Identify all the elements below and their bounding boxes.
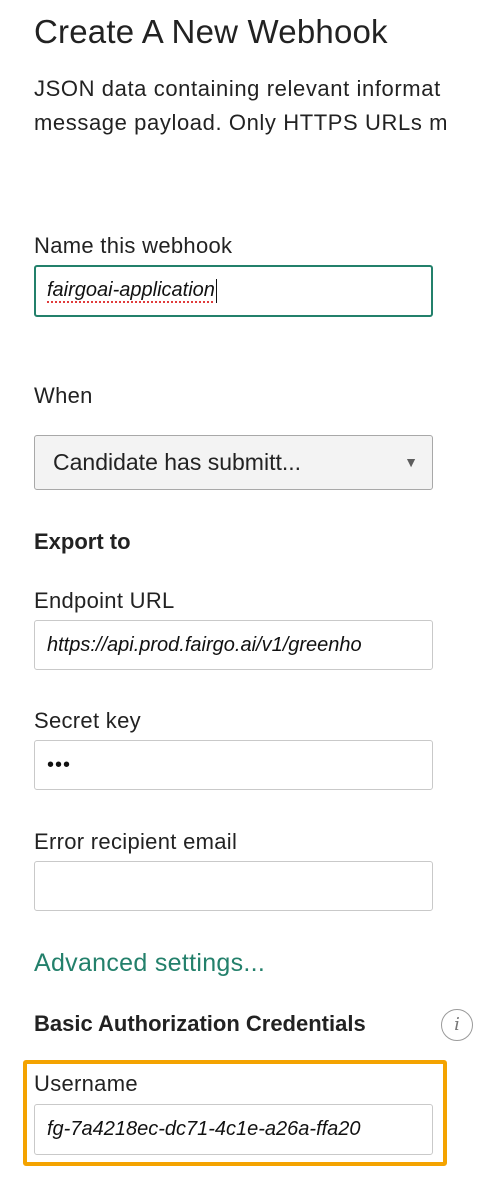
text-caret bbox=[215, 278, 217, 303]
webhook-name-value: fairgoai-application bbox=[47, 279, 215, 301]
webhook-name-input[interactable]: fairgoai-application bbox=[34, 265, 433, 317]
endpoint-url-value: https://api.prod.fairgo.ai/v1/greenho bbox=[47, 634, 362, 656]
page-title: Create A New Webhook bbox=[34, 13, 388, 50]
secret-key-input[interactable]: ••• bbox=[34, 740, 433, 790]
error-email-label: Error recipient email bbox=[34, 829, 238, 854]
webhook-name-label: Name this webhook bbox=[34, 233, 233, 258]
when-label: When bbox=[34, 383, 93, 408]
endpoint-url-label: Endpoint URL bbox=[34, 588, 175, 613]
username-label: Username bbox=[34, 1071, 138, 1096]
description-line-2: message payload. Only HTTPS URLs m bbox=[34, 110, 449, 135]
page-description: JSON data containing relevant informat m… bbox=[34, 72, 498, 140]
username-value: fg-7a4218ec-dc71-4c1e-a26a-ffa20 bbox=[47, 1118, 361, 1140]
endpoint-url-input[interactable]: https://api.prod.fairgo.ai/v1/greenho bbox=[34, 620, 433, 670]
description-line-1: JSON data containing relevant informat bbox=[34, 76, 441, 101]
secret-key-label: Secret key bbox=[34, 708, 141, 733]
when-selected-value: Candidate has submitt... bbox=[53, 449, 302, 475]
when-select[interactable]: Candidate has submitt... ▼ bbox=[34, 435, 433, 490]
export-to-heading: Export to bbox=[34, 529, 131, 554]
username-input[interactable]: fg-7a4218ec-dc71-4c1e-a26a-ffa20 bbox=[34, 1104, 433, 1155]
basic-auth-heading: Basic Authorization Credentials bbox=[34, 1011, 366, 1036]
secret-key-value: ••• bbox=[47, 754, 72, 776]
error-email-input[interactable] bbox=[34, 861, 433, 911]
info-icon[interactable]: i bbox=[441, 1009, 473, 1041]
advanced-settings-link[interactable]: Advanced settings... bbox=[34, 946, 265, 980]
chevron-down-icon: ▼ bbox=[404, 454, 418, 470]
